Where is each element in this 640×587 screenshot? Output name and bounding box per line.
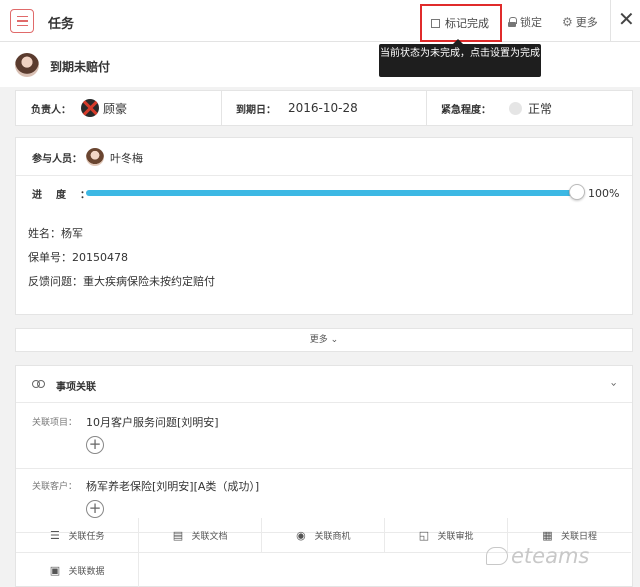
related-customer-label: 关联客户： xyxy=(32,482,78,492)
watermark: eteams xyxy=(511,544,590,568)
due-date-field[interactable]: 到期日： 2016-10-28 xyxy=(236,91,358,125)
document-icon: ▤ xyxy=(172,528,184,542)
description-line: 保单号：20150478 xyxy=(28,251,128,264)
approval-icon: ◱ xyxy=(418,528,430,542)
participants-row: 参与人员： 叶冬梅 xyxy=(16,138,632,176)
related-project-label: 关联项目： xyxy=(32,418,78,428)
urgency-label: 紧急程度： xyxy=(441,104,491,116)
associations-header[interactable]: 事项关联 › xyxy=(16,366,632,403)
participant-name[interactable]: 叶冬梅 xyxy=(110,150,143,166)
owner-label: 负责人： xyxy=(31,104,71,116)
more-button[interactable]: ⚙ 更多 xyxy=(562,14,598,30)
opportunity-icon: ◉ xyxy=(296,528,306,542)
add-project-button[interactable]: + xyxy=(86,436,104,454)
page-title: 任务 xyxy=(48,17,75,32)
close-icon[interactable]: ✕ xyxy=(618,9,635,29)
participant-avatar[interactable] xyxy=(86,148,104,166)
mark-complete-button[interactable]: 标记完成 xyxy=(420,4,502,42)
add-customer-button[interactable]: + xyxy=(86,500,104,518)
related-project-value[interactable]: 10月客户服务问题[刘明安] xyxy=(86,414,219,430)
owner-field[interactable]: 负责人： 顾豪 xyxy=(31,91,127,125)
top-bar: 任务 标记完成 锁定 ⚙ 更多 ✕ xyxy=(0,0,640,42)
urgency-value: 正常 xyxy=(528,101,553,116)
avatar[interactable] xyxy=(15,53,39,77)
related-customer-value[interactable]: 杨军养老保险[刘明安][A类（成功）] xyxy=(86,478,259,494)
list-icon: ☰ xyxy=(50,528,60,542)
gear-icon: ⚙ xyxy=(562,15,573,29)
more-label: 更多 xyxy=(575,16,598,29)
description-line: 姓名：杨军 xyxy=(28,227,83,240)
divider xyxy=(426,91,427,125)
related-approval-label: 关联审批 xyxy=(437,531,474,542)
related-data-label: 关联数据 xyxy=(68,567,105,577)
related-task-label: 关联任务 xyxy=(68,531,105,542)
owner-avatar xyxy=(81,99,99,117)
urgency-indicator xyxy=(509,101,522,115)
progress-slider-handle[interactable] xyxy=(569,184,585,200)
owner-name: 顾豪 xyxy=(103,101,128,116)
related-task-button[interactable]: ☰ 关联任务 xyxy=(16,518,139,553)
tooltip: 当前状态为未完成，点击设置为完成 xyxy=(379,39,541,77)
expand-more-button[interactable]: 更多 ⌄ xyxy=(15,328,633,352)
mark-complete-label: 标记完成 xyxy=(445,17,489,30)
menu-icon[interactable] xyxy=(10,9,34,33)
link-icon xyxy=(32,380,46,388)
lock-button[interactable]: 锁定 xyxy=(508,14,542,30)
due-date-label: 到期日： xyxy=(236,104,276,116)
lock-label: 锁定 xyxy=(520,16,542,29)
related-document-button[interactable]: ▤ 关联文档 xyxy=(139,518,262,553)
watermark-logo-icon xyxy=(486,547,508,565)
related-opportunity-label: 关联商机 xyxy=(314,531,351,542)
lock-icon xyxy=(508,17,517,27)
divider xyxy=(221,91,222,125)
due-date-value: 2016-10-28 xyxy=(288,101,358,115)
detail-card: 参与人员： 叶冬梅 进度： 100% 姓名：杨军 保单号：20150478 反馈… xyxy=(15,137,633,315)
task-header: 到期未赔付 xyxy=(0,42,640,87)
progress-fill xyxy=(86,190,578,196)
related-opportunity-button[interactable]: ◉ 关联商机 xyxy=(262,518,385,553)
chevron-down-icon[interactable]: › xyxy=(608,382,621,386)
progress-percent: 100% xyxy=(588,187,620,200)
data-icon: ▣ xyxy=(49,564,61,577)
participants-label: 参与人员： xyxy=(32,154,82,165)
task-title[interactable]: 到期未赔付 xyxy=(50,58,110,75)
related-schedule-label: 关联日程 xyxy=(560,531,597,542)
progress-track[interactable] xyxy=(86,190,578,196)
urgency-field[interactable]: 紧急程度： 正常 xyxy=(441,91,552,125)
related-project-row: 关联项目： 10月客户服务问题[刘明安] + xyxy=(16,403,632,469)
related-data-button[interactable]: ▣ 关联数据 xyxy=(16,553,139,587)
task-meta: 负责人： 顾豪 到期日： 2016-10-28 紧急程度： 正常 xyxy=(15,90,633,126)
calendar-icon: ▦ xyxy=(542,528,553,542)
description-line: 反馈问题：重大疾病保险未按约定赔付 xyxy=(28,275,215,288)
related-document-label: 关联文档 xyxy=(191,531,228,542)
checkbox-icon[interactable] xyxy=(431,18,440,28)
associations-title: 事项关联 xyxy=(56,382,96,393)
divider xyxy=(610,0,611,42)
